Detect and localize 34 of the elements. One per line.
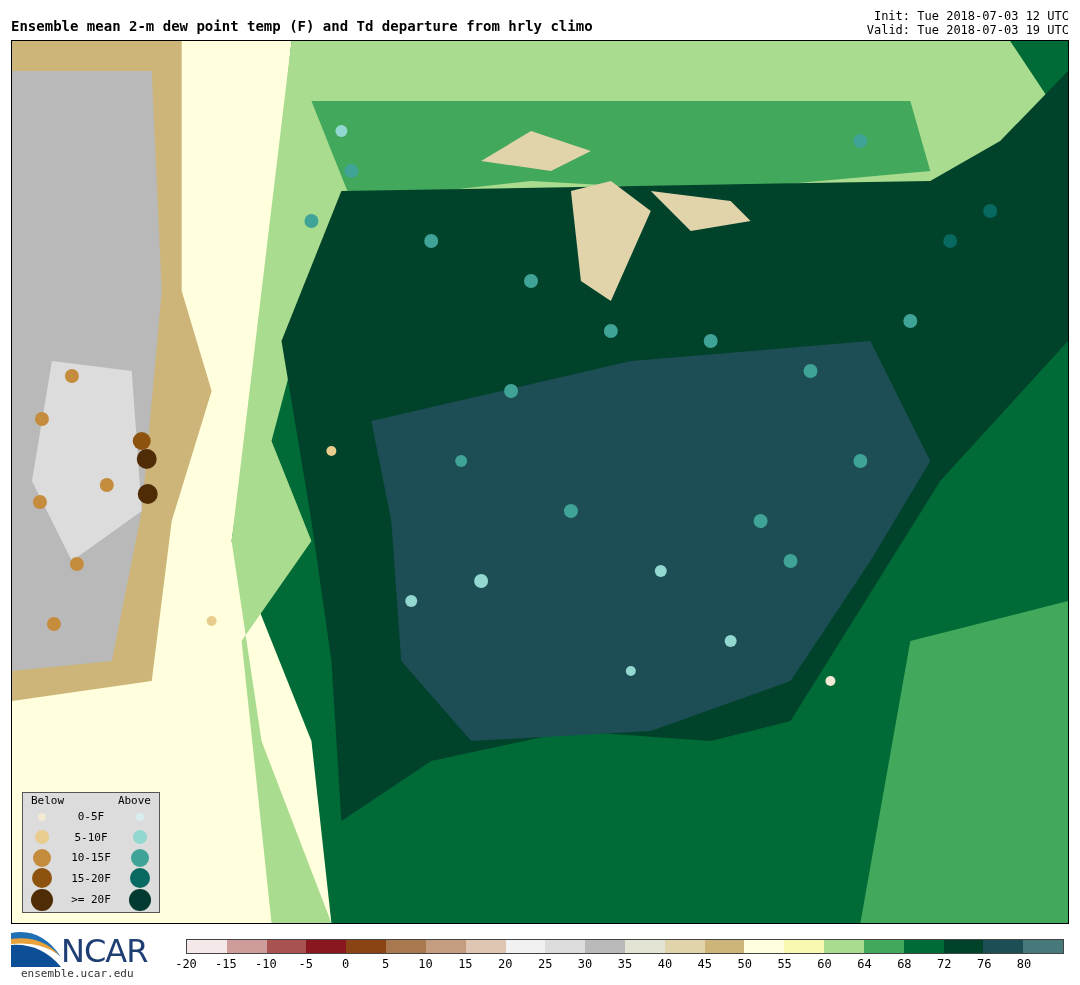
colorbar-tick-label: 20: [498, 957, 513, 971]
init-time: Init: Tue 2018-07-03 12 UTC: [872, 9, 1069, 23]
logo-wordmark: NCAR: [61, 935, 148, 967]
legend-label: 10-15F: [70, 851, 112, 865]
colorbar-tick-label: 72: [937, 957, 952, 971]
colorbar-tick-label: 50: [737, 957, 752, 971]
colorbar-tick-label: 45: [697, 957, 713, 971]
colorbar-tick-label: 60: [817, 957, 832, 971]
colorbar-tick-label: 40: [657, 957, 673, 971]
colorbar-tick-label: -5: [298, 957, 313, 971]
colorbar-tick-label: -10: [254, 957, 277, 971]
legend-label: 15-20F: [70, 871, 112, 885]
colorbar-tick-label: -15: [215, 957, 237, 971]
colorbar-tick-label: 64: [857, 957, 872, 971]
colorbar-tick-label: 30: [577, 957, 593, 971]
colorbar-tick-label: 5: [381, 957, 390, 971]
map-title: Ensemble mean 2-m dew point temp (F) and Td departure from hrly climo: [11, 18, 593, 36]
colorbar-tick-label: 10: [418, 957, 433, 971]
colorbar-tick-label: 35: [617, 957, 633, 971]
legend-label: 5-10F: [73, 830, 109, 844]
site-url: ensemble.ucar.edu: [20, 967, 135, 980]
colorbar-tick-label: 55: [777, 957, 792, 971]
colorbar-tick-label: 25: [537, 957, 553, 971]
legend-heading: Below: [31, 793, 65, 807]
colorbar-tick-label: 80: [1016, 957, 1032, 971]
colorbar-tick-label: 68: [897, 957, 912, 971]
colorbar-tick-label: 15: [458, 957, 473, 971]
colorbar-tick-label: -20: [175, 957, 197, 971]
legend-heading: Above: [117, 793, 151, 807]
legend-label: >= 20F: [70, 893, 112, 906]
colorbar-tick-label: 0: [342, 957, 350, 971]
valid-time: Valid: Tue 2018-07-03 19 UTC: [866, 23, 1069, 37]
legend-label: 0-5F: [76, 810, 106, 824]
colorbar-tick-label: 76: [976, 957, 992, 971]
